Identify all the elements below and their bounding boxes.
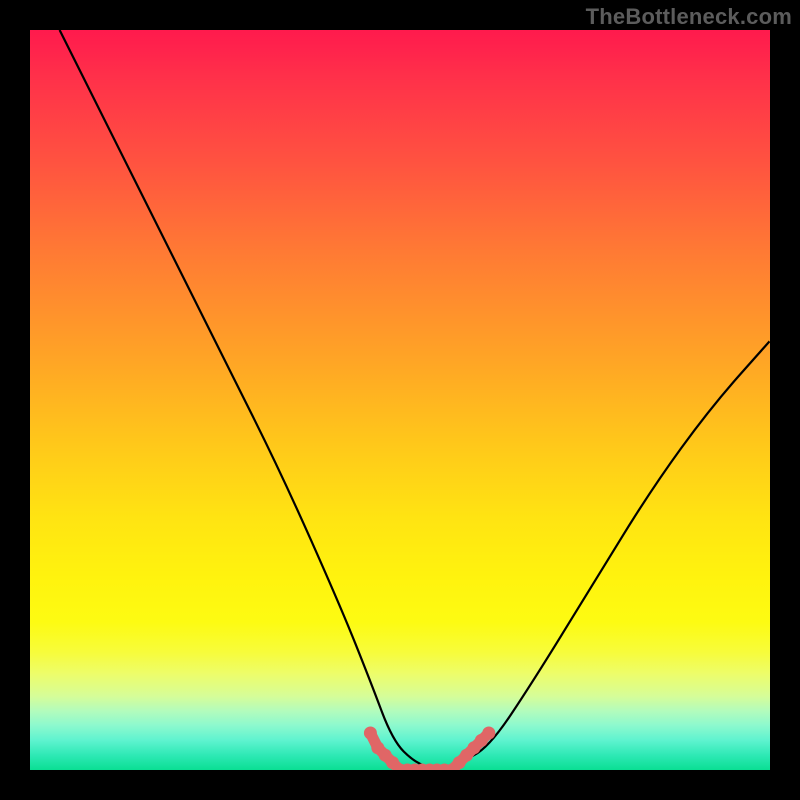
chart-overlay [30,30,770,770]
chart-frame: TheBottleneck.com [0,0,800,800]
curve-line [60,30,770,768]
plot-area [30,30,770,770]
bottleneck-curve [60,30,770,768]
optimal-band-markers [364,727,495,771]
watermark-text: TheBottleneck.com [586,4,792,30]
marker-dot [482,727,495,740]
